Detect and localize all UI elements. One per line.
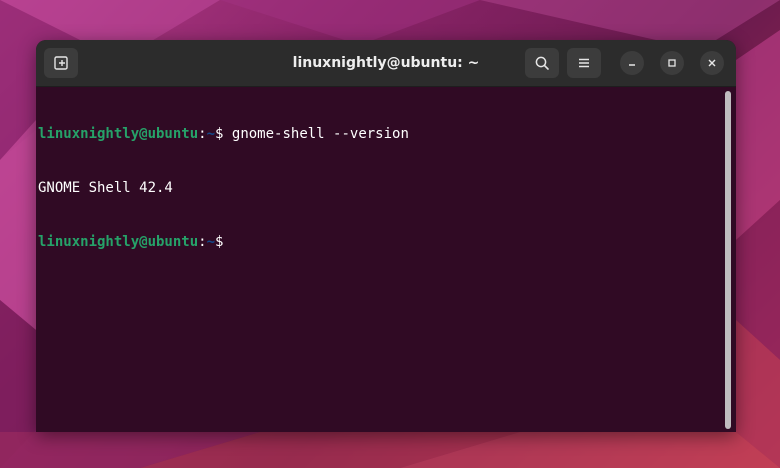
close-icon — [708, 59, 716, 67]
command-output: GNOME Shell 42.4 — [38, 180, 173, 196]
prompt-path: ~ — [206, 234, 216, 250]
close-button[interactable] — [700, 51, 724, 75]
prompt-dollar: $ — [215, 126, 232, 142]
prompt-colon: : — [198, 234, 207, 250]
maximize-button[interactable] — [660, 51, 684, 75]
search-icon — [535, 56, 549, 70]
terminal-line-prompt-2: linuxnightly@ubuntu:~$ — [38, 233, 409, 251]
terminal-output-area[interactable]: linuxnightly@ubuntu:~$ gnome-shell --ver… — [36, 87, 736, 432]
titlebar[interactable]: linuxnightly@ubuntu: ~ — [36, 40, 736, 87]
new-tab-button[interactable] — [44, 48, 78, 78]
terminal-window: linuxnightly@ubuntu: ~ linuxnightly@ubun… — [36, 40, 736, 432]
menu-button[interactable] — [567, 48, 601, 78]
new-tab-icon — [54, 56, 68, 70]
prompt-dollar: $ — [215, 234, 224, 250]
search-button[interactable] — [525, 48, 559, 78]
command-text: gnome-shell --version — [231, 126, 409, 142]
prompt-path: ~ — [206, 126, 216, 142]
minimize-icon — [629, 64, 635, 66]
hamburger-menu-icon — [579, 58, 589, 68]
terminal-line-output: GNOME Shell 42.4 — [38, 179, 409, 197]
prompt-user: linuxnightly@ubuntu — [38, 126, 199, 142]
scrollbar[interactable] — [724, 91, 732, 429]
scrollbar-thumb[interactable] — [725, 91, 731, 429]
prompt-user: linuxnightly@ubuntu — [38, 234, 199, 250]
prompt-colon: : — [198, 126, 207, 142]
terminal-line-prompt-1: linuxnightly@ubuntu:~$ gnome-shell --ver… — [38, 125, 409, 143]
minimize-button[interactable] — [620, 51, 644, 75]
terminal-text: linuxnightly@ubuntu:~$ gnome-shell --ver… — [38, 89, 409, 287]
maximize-icon — [668, 59, 676, 67]
